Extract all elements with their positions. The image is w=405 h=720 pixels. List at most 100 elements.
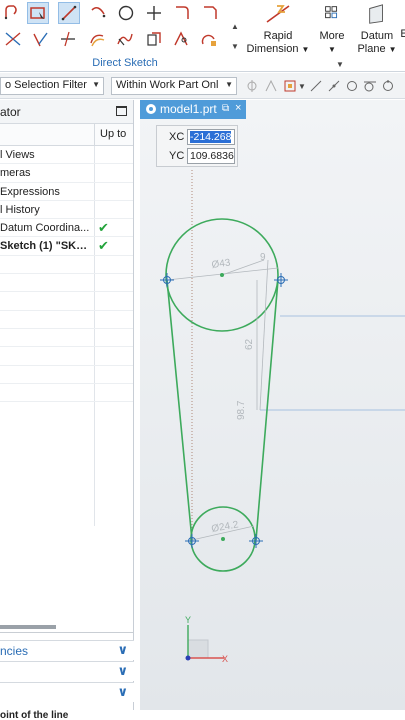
selection-scope-dropdown[interactable]: Within Work Part Onl ▼	[111, 77, 237, 95]
gallery-scroll-up-icon[interactable]: ▲	[231, 22, 239, 31]
yc-label: YC	[169, 150, 185, 162]
datum-plane-button[interactable]: Datum Plane ▼	[356, 2, 398, 56]
chamfer-icon[interactable]	[199, 2, 221, 24]
checkmark-icon: ✔	[98, 220, 109, 236]
extend-icon[interactable]	[29, 28, 51, 50]
offset-dimension[interactable]: 9	[260, 252, 266, 263]
tree-item-expressions[interactable]: Expressions	[0, 183, 133, 201]
tree-empty-row	[0, 347, 133, 366]
tree-item-label: Expressions	[0, 185, 60, 198]
xc-value: -214.268	[190, 131, 232, 143]
rapid-dimension-icon	[263, 2, 293, 26]
tree-item-label: l Views	[0, 149, 35, 161]
trim-icon[interactable]	[2, 28, 24, 50]
dimension-constraint-icon[interactable]	[198, 28, 220, 50]
offset-curve-icon[interactable]	[86, 28, 108, 50]
chevron-down-icon: ∨	[117, 642, 128, 657]
snap-center-icon[interactable]	[344, 78, 360, 94]
chevron-down-icon[interactable]: ▼	[298, 82, 306, 91]
center-distance-dimension[interactable]: 98.7	[236, 400, 247, 420]
dependencies-label: ncies	[0, 644, 29, 658]
selection-bar: o Selection Filter ▼ Within Work Part On…	[0, 73, 405, 99]
rapid-dimension-label-2: Dimension	[246, 43, 299, 55]
maximize-icon[interactable]	[116, 106, 127, 116]
tree-item-label: Datum Coordina...	[0, 222, 90, 235]
snap-point-icon[interactable]	[263, 78, 279, 94]
navigator-title: ator	[0, 105, 21, 119]
tree-item-sketch[interactable]: Sketch (1) "SKE... ✔	[0, 237, 133, 256]
part-navigator: ator Up to l Views meras Expressions l H…	[0, 100, 134, 720]
circle-icon[interactable]	[115, 2, 137, 24]
tree-item-label: l History	[0, 203, 40, 216]
triad-x-label: X	[222, 654, 228, 664]
bottom-diameter-dimension[interactable]: Ø24.2	[211, 519, 240, 535]
fillet-icon[interactable]	[171, 2, 193, 24]
top-center-point[interactable]	[220, 273, 224, 277]
dimension-line	[259, 259, 269, 411]
navigator-header: ator	[0, 100, 133, 124]
tangent-constraint-icon	[185, 534, 199, 548]
line-icon[interactable]	[58, 2, 80, 24]
tree-item-views[interactable]: l Views	[0, 146, 133, 165]
tangent-constraint-icon	[274, 273, 288, 287]
tree-item-history[interactable]: l History	[0, 201, 133, 220]
csys-triad: Y X	[185, 615, 228, 664]
dependencies-panel-header[interactable]: ncies ∨	[0, 640, 134, 660]
chevron-down-icon: ∨	[117, 663, 128, 678]
bottom-center-point[interactable]	[221, 537, 225, 541]
mirror-curve-icon[interactable]	[143, 28, 165, 50]
tree-item-cameras[interactable]: meras	[0, 164, 133, 183]
xc-input[interactable]: -214.268	[187, 129, 235, 145]
yc-value: 109.6836	[190, 150, 234, 162]
tree-empty-row	[0, 292, 133, 311]
datum-plane-label-2: Plane	[357, 43, 386, 55]
navigator-column-header: Up to	[0, 124, 133, 146]
snap-mid-icon[interactable]	[326, 78, 342, 94]
snap-end-icon[interactable]	[308, 78, 324, 94]
tangent-constraint-icon	[249, 534, 263, 548]
datum-plane-label-1: Datum	[360, 30, 394, 42]
vertical-dimension[interactable]: 62	[244, 338, 255, 350]
horizontal-scrollbar[interactable]	[0, 625, 56, 629]
group-expand-icon[interactable]: ▼	[336, 60, 344, 69]
tab-model1[interactable]: model1.prt ⧉ ×	[140, 100, 246, 119]
preview-panel-header[interactable]: ∨	[0, 682, 134, 702]
yc-input[interactable]: 109.6836	[187, 148, 235, 164]
chevron-down-icon: ▼	[328, 45, 336, 54]
selection-filter-dropdown[interactable]: o Selection Filter ▼	[0, 77, 104, 95]
chevron-down-icon: ▼	[301, 45, 310, 54]
corner-icon[interactable]	[57, 28, 79, 50]
up-to-column-header[interactable]: Up to	[94, 124, 134, 146]
rapid-dimension-button[interactable]: Rapid Dimension ▼	[244, 2, 312, 56]
part-icon	[146, 104, 156, 114]
constraint-icon[interactable]	[170, 28, 192, 50]
details-panel-header[interactable]: ∨	[0, 661, 134, 681]
tree-item-datum-csys[interactable]: Datum Coordina... ✔	[0, 219, 133, 238]
selection-scope-value: Within Work Part Onl	[116, 79, 219, 91]
gallery-expand-icon[interactable]: ▼	[231, 42, 239, 51]
tree-empty-row	[0, 329, 133, 348]
rectangle-icon[interactable]	[27, 2, 49, 24]
arc-icon[interactable]	[87, 2, 109, 24]
tree-empty-row	[0, 274, 133, 293]
checkmark-icon: ✔	[98, 238, 109, 254]
tree-empty-row	[0, 384, 133, 403]
tree-item-label: meras	[0, 167, 31, 180]
undock-icon[interactable]: ⧉	[222, 103, 229, 114]
profile-icon[interactable]	[2, 2, 24, 24]
close-icon[interactable]: ×	[235, 102, 241, 114]
more-icon	[317, 2, 347, 26]
ribbon-cut-label: E	[400, 28, 405, 40]
selection-filter-value: o Selection Filter	[5, 79, 87, 91]
top-diameter-dimension[interactable]: Ø43	[211, 257, 232, 271]
point-icon[interactable]	[143, 2, 165, 24]
xc-label: XC	[169, 131, 185, 143]
more-button[interactable]: More ▼	[315, 2, 349, 56]
snap-tangent-icon[interactable]	[362, 78, 378, 94]
snap-quadrant-icon[interactable]	[380, 78, 396, 94]
coordinate-input-box: XC -214.268 YC 109.6836	[156, 125, 238, 167]
sketch-canvas[interactable]: Ø43 9 62 98.7 Ø24.2 Y X	[140, 100, 405, 720]
pattern-curve-icon[interactable]	[114, 28, 136, 50]
select-type-icon[interactable]	[282, 78, 298, 94]
snap-settings-icon[interactable]	[244, 78, 260, 94]
